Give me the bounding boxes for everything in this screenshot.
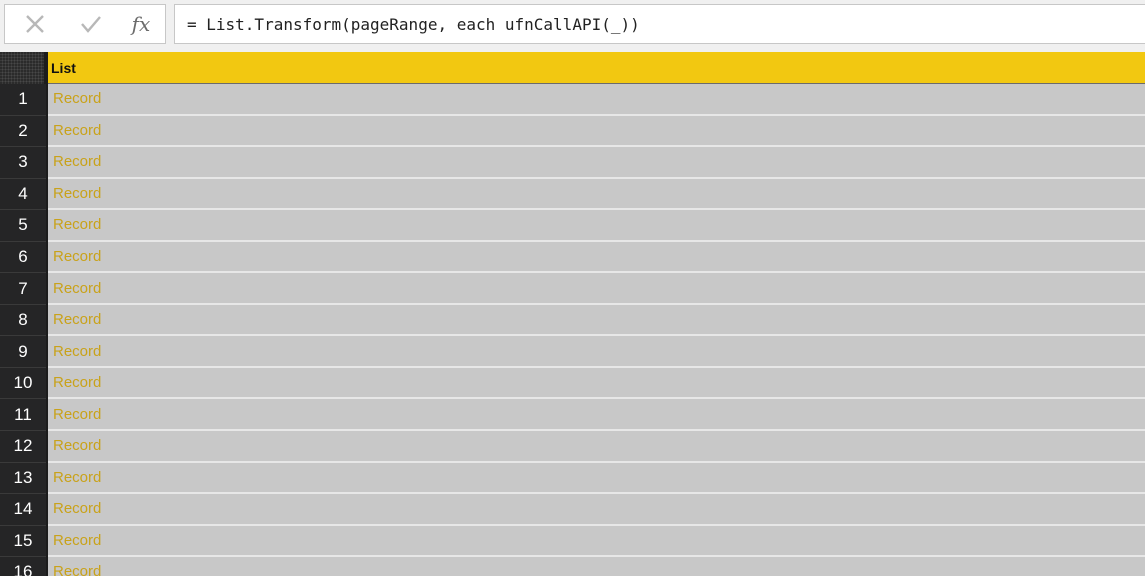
table-row[interactable]: 15 Record bbox=[0, 525, 1145, 558]
table-rows: 1 Record 2 Record 3 Record 4 Record 5 Re… bbox=[0, 84, 1145, 576]
formula-bar: fx = List.Transform(pageRange, each ufnC… bbox=[0, 0, 1145, 50]
row-number[interactable]: 6 bbox=[0, 241, 46, 274]
commit-formula-button[interactable] bbox=[69, 5, 113, 43]
row-number[interactable]: 4 bbox=[0, 178, 46, 211]
record-link[interactable]: Record bbox=[48, 84, 1145, 116]
record-link[interactable]: Record bbox=[48, 431, 1145, 463]
record-link[interactable]: Record bbox=[48, 210, 1145, 242]
table-row[interactable]: 14 Record bbox=[0, 494, 1145, 526]
row-number[interactable]: 11 bbox=[0, 399, 46, 432]
table-row[interactable]: 4 Record bbox=[0, 178, 1145, 211]
record-link[interactable]: Record bbox=[48, 336, 1145, 368]
record-link[interactable]: Record bbox=[48, 462, 1145, 495]
table-row[interactable]: 1 Record bbox=[0, 84, 1145, 116]
table-row[interactable]: 11 Record bbox=[0, 399, 1145, 432]
row-number[interactable]: 16 bbox=[0, 557, 46, 576]
table-row[interactable]: 12 Record bbox=[0, 431, 1145, 463]
table-row[interactable]: 2 Record bbox=[0, 115, 1145, 148]
record-link[interactable]: Record bbox=[48, 525, 1145, 558]
record-link[interactable]: Record bbox=[48, 494, 1145, 526]
row-number[interactable]: 10 bbox=[0, 367, 46, 400]
row-number[interactable]: 3 bbox=[0, 147, 46, 179]
table-row[interactable]: 16 Record bbox=[0, 557, 1145, 576]
row-number[interactable]: 13 bbox=[0, 462, 46, 495]
table-row[interactable]: 10 Record bbox=[0, 367, 1145, 400]
record-link[interactable]: Record bbox=[48, 115, 1145, 148]
table-row[interactable]: 13 Record bbox=[0, 462, 1145, 495]
column-header-list[interactable]: List bbox=[48, 52, 1145, 84]
row-number[interactable]: 9 bbox=[0, 336, 46, 368]
row-number[interactable]: 12 bbox=[0, 431, 46, 463]
table-row[interactable]: 7 Record bbox=[0, 273, 1145, 305]
table-row[interactable]: 3 Record bbox=[0, 147, 1145, 179]
formula-input[interactable]: = List.Transform(pageRange, each ufnCall… bbox=[174, 4, 1145, 44]
fx-label: fx bbox=[131, 12, 151, 36]
record-link[interactable]: Record bbox=[48, 273, 1145, 305]
record-link[interactable]: Record bbox=[48, 178, 1145, 211]
row-number[interactable]: 7 bbox=[0, 273, 46, 305]
power-query-editor: fx = List.Transform(pageRange, each ufnC… bbox=[0, 0, 1145, 576]
data-grid: List 1 Record 2 Record 3 Record 4 Record… bbox=[0, 52, 1145, 576]
row-number[interactable]: 2 bbox=[0, 115, 46, 148]
record-link[interactable]: Record bbox=[48, 304, 1145, 337]
record-link[interactable]: Record bbox=[48, 241, 1145, 274]
row-number[interactable]: 14 bbox=[0, 494, 46, 526]
record-link[interactable]: Record bbox=[48, 557, 1145, 576]
record-link[interactable]: Record bbox=[48, 147, 1145, 179]
row-number[interactable]: 15 bbox=[0, 525, 46, 558]
close-icon bbox=[23, 12, 47, 36]
record-link[interactable]: Record bbox=[48, 367, 1145, 400]
table-row[interactable]: 6 Record bbox=[0, 241, 1145, 274]
row-number[interactable]: 5 bbox=[0, 210, 46, 242]
insert-function-button[interactable]: fx bbox=[119, 5, 163, 43]
formula-button-group: fx bbox=[4, 4, 166, 44]
record-link[interactable]: Record bbox=[48, 399, 1145, 432]
cancel-formula-button[interactable] bbox=[13, 5, 57, 43]
row-number[interactable]: 1 bbox=[0, 84, 46, 116]
select-all-corner[interactable] bbox=[0, 52, 46, 84]
table-row[interactable]: 9 Record bbox=[0, 336, 1145, 368]
table-row[interactable]: 8 Record bbox=[0, 304, 1145, 337]
row-number[interactable]: 8 bbox=[0, 304, 46, 337]
table-row[interactable]: 5 Record bbox=[0, 210, 1145, 242]
check-icon bbox=[79, 12, 103, 36]
